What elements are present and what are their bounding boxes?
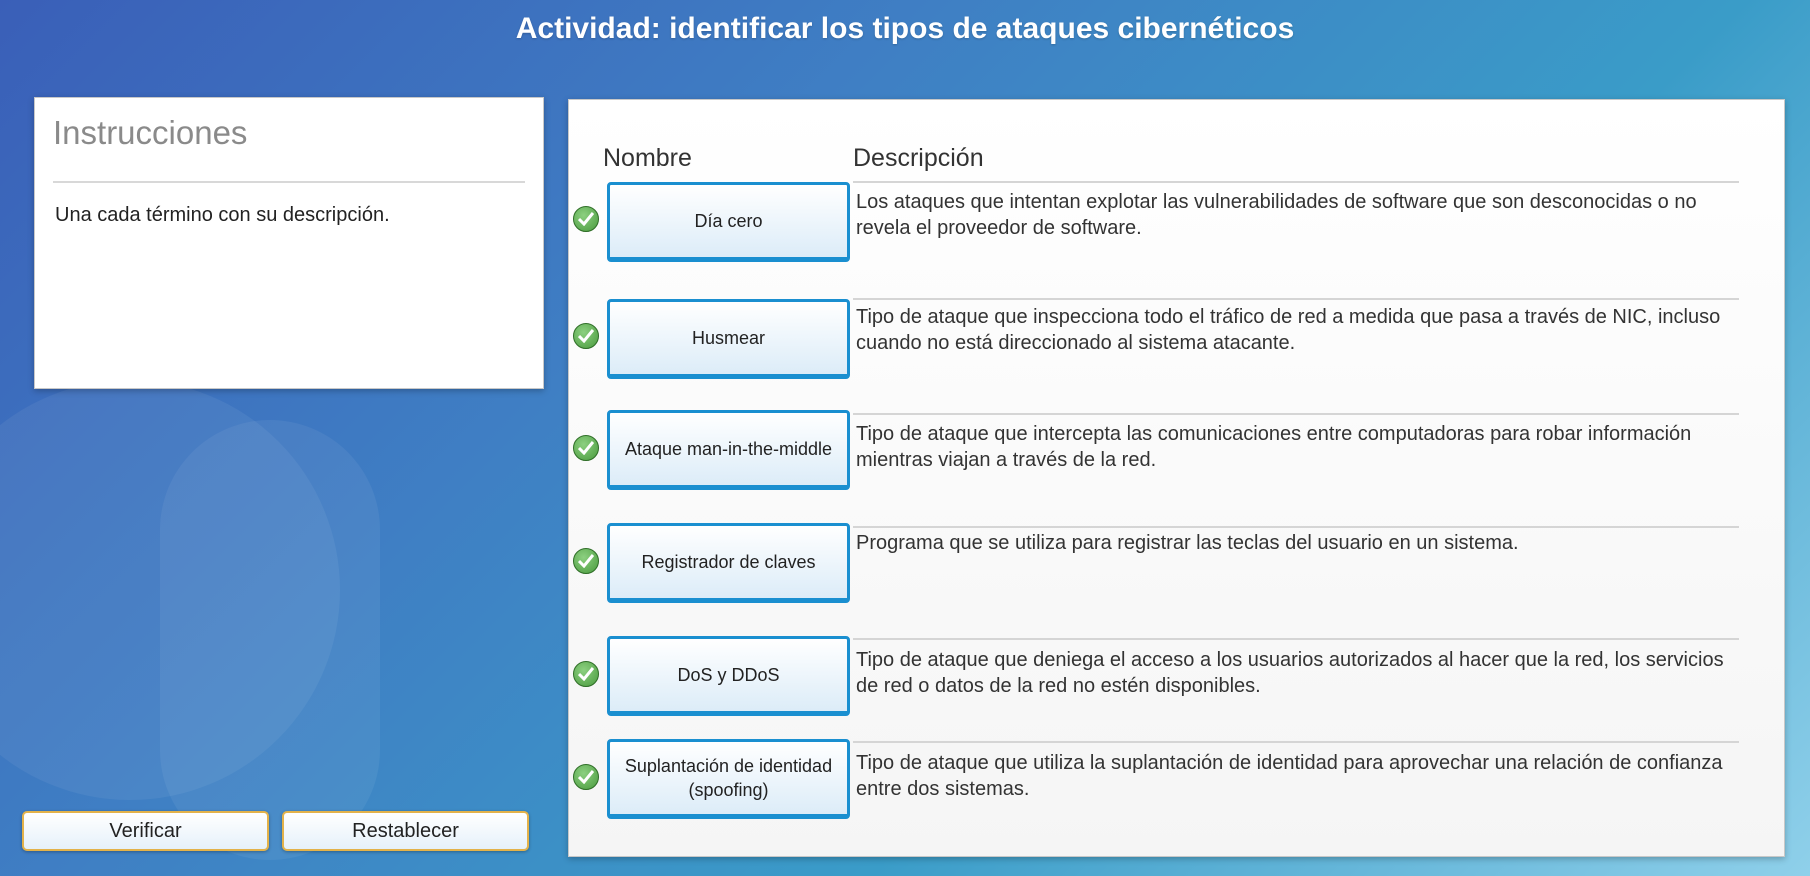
divider (53, 181, 525, 183)
instructions-text: Una cada término con su descripción. (55, 204, 390, 226)
term-card[interactable]: Día cero (607, 182, 850, 262)
term-card[interactable]: Husmear (607, 299, 850, 379)
background-decoration (160, 420, 380, 860)
check-circle-icon (573, 661, 599, 687)
verify-button[interactable]: Verificar (22, 811, 269, 851)
check-circle-icon (573, 206, 599, 232)
row-divider (853, 741, 1739, 743)
row-divider (853, 413, 1739, 415)
description-text: Los ataques que intentan explotar las vu… (856, 191, 1697, 239)
term-label: Husmear (691, 328, 766, 348)
term-card[interactable]: DoS y DDoS (607, 636, 850, 716)
instructions-panel: Instrucciones Una cada término con su de… (34, 97, 544, 389)
row-divider (853, 638, 1739, 640)
matching-panel: Nombre Descripción Día cero Los ataques … (568, 99, 1785, 857)
page-title: Actividad: identificar los tipos de ataq… (515, 12, 1295, 45)
term-label: Suplantación de identidad (spoofing) (624, 756, 833, 800)
column-header-description: Descripción (853, 144, 984, 172)
description-text: Tipo de ataque que inspecciona todo el t… (856, 306, 1721, 354)
term-label: DoS y DDoS (677, 665, 780, 685)
check-circle-icon (573, 764, 599, 790)
description-text: Tipo de ataque que utiliza la suplantaci… (856, 752, 1723, 800)
term-label: Día cero (694, 211, 763, 231)
row-divider (853, 181, 1739, 183)
check-circle-icon (573, 323, 599, 349)
term-card[interactable]: Registrador de claves (607, 523, 850, 603)
check-circle-icon (573, 548, 599, 574)
description-text: Programa que se utiliza para registrar l… (856, 532, 1519, 554)
row-divider (853, 526, 1739, 528)
reset-button[interactable]: Restablecer (282, 811, 529, 851)
term-label: Ataque man-in-the-middle (624, 439, 833, 459)
row-divider (853, 298, 1739, 300)
term-label: Registrador de claves (641, 552, 816, 572)
description-text: Tipo de ataque que intercepta las comuni… (856, 423, 1692, 471)
description-text: Tipo de ataque que deniega el acceso a l… (856, 649, 1724, 697)
column-header-name: Nombre (603, 144, 692, 172)
check-circle-icon (573, 435, 599, 461)
instructions-heading: Instrucciones (53, 114, 248, 151)
term-card[interactable]: Ataque man-in-the-middle (607, 410, 850, 490)
term-card[interactable]: Suplantación de identidad (spoofing) (607, 739, 850, 819)
